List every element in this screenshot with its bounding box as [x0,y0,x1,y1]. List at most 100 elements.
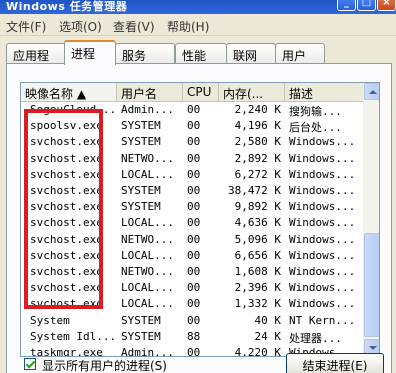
description-cell: Windows... [289,184,356,197]
process-row[interactable]: svchost.exe LOCAL... 00 1,332 K Windows... [21,296,365,312]
menu-help[interactable]: 帮助(H) [167,18,209,35]
process-row[interactable]: svchost.exe SYSTEM 00 9,892 K Windows... [21,199,365,215]
image-name-cell: svchost.exe [30,248,103,262]
memory-cell: 1,608 K [234,265,281,278]
process-row[interactable]: spoolsv.exe SYSTEM 00 4,196 K 后台处... [21,118,365,134]
tab-processes[interactable]: 进程 [64,40,116,65]
description-cell: Windows... [289,151,356,165]
process-row[interactable]: svchost.exe NETWO... 00 2,892 K Windows... [21,151,365,167]
process-row[interactable]: svchost.exe LOCAL... 00 2,396 K Windows... [21,280,365,296]
description-cell: Windows... [289,248,356,262]
user-name-cell: NETWO... [121,265,174,278]
user-name-cell: NETWO... [121,232,174,246]
process-list[interactable]: 映像名称 ▲ 用户名 CPU 内存(... 描述 SogouCloud... Ad… [20,82,380,357]
maximize-button[interactable]: □ [357,0,376,11]
minimize-button[interactable]: _ [337,0,356,11]
cpu-cell: 00 [187,167,201,181]
column-cpu[interactable]: CPU [183,83,219,101]
process-row[interactable]: svchost.exe SYSTEM 00 38,472 K Windows... [21,183,365,199]
close-button[interactable]: × [377,0,396,11]
end-process-button[interactable]: 结束进程(E) [286,353,384,373]
memory-cell: 4,196 K [234,119,281,133]
menu-bar: 文件(F) 选项(O) 查看(V) 帮助(H) [0,14,396,36]
tab-users[interactable]: 用户 [275,43,325,64]
minimize-icon: _ [344,0,349,8]
list-header: 映像名称 ▲ 用户名 CPU 内存(... 描述 [21,83,365,102]
image-name-cell: svchost.exe [30,265,103,278]
memory-cell: 2,396 K [234,281,281,295]
image-name-cell: taskmgr.exe [30,346,103,357]
process-row[interactable]: svchost.exe LOCAL... 00 4,636 K Windows... [21,215,365,231]
user-name-cell: LOCAL... [121,216,174,230]
show-all-users-checkbox[interactable] [24,358,36,370]
process-row[interactable]: svchost.exe NETWO... 00 5,096 K Windows... [21,232,365,248]
tab-services[interactable]: 服务 [115,43,175,64]
description-cell: Windows... [289,265,356,278]
column-user-name[interactable]: 用户名 [117,83,183,101]
user-name-cell: SYSTEM [121,313,161,327]
process-row[interactable]: svchost.exe SYSTEM 00 2,580 K Windows... [21,134,365,150]
image-name-cell: svchost.exe [30,281,103,295]
memory-cell: 6,272 K [234,167,281,181]
column-description[interactable]: 描述 [285,83,365,101]
cpu-cell: 00 [187,119,201,133]
user-name-cell: Admin... [121,346,174,357]
cpu-cell: 00 [187,151,201,165]
memory-cell: 2,580 K [234,135,281,149]
user-name-cell: SYSTEM [121,135,161,149]
cpu-cell: 00 [187,346,201,357]
description-cell: Windows... [289,167,356,181]
process-row[interactable]: svchost.exe LOCAL... 00 6,656 K Windows... [21,248,365,264]
user-name-cell: SYSTEM [121,119,161,133]
image-name-cell: spoolsv.exe [30,119,103,133]
process-row[interactable]: svchost.exe LOCAL... 00 6,272 K Windows... [21,167,365,183]
vertical-scrollbar[interactable] [363,83,379,356]
menu-file[interactable]: 文件(F) [6,18,46,35]
memory-cell: 6,656 K [234,248,281,262]
title-bar: Windows 任务管理器 _ □ × [0,0,396,14]
tab-performance[interactable]: 性能 [175,43,227,64]
window-title: Windows 任务管理器 [6,0,128,13]
menu-view[interactable]: 查看(V) [113,18,155,35]
column-memory[interactable]: 内存(... [219,83,285,101]
process-row[interactable]: System SYSTEM 00 40 K NT Kern... [21,313,365,329]
tab-applications[interactable]: 应用程序 [6,43,66,80]
cpu-cell: 00 [187,281,201,295]
menu-options[interactable]: 选项(O) [59,18,102,35]
memory-cell: 1,332 K [234,297,281,311]
description-cell: Windows... [289,216,356,230]
description-cell: NT Kern... [289,313,356,327]
show-all-users-label: 显示所有用户的进程(S) [42,359,167,373]
process-row[interactable]: System Idl... SYSTEM 88 24 K 处理器... [21,329,365,345]
cpu-cell: 00 [187,184,201,197]
memory-cell: 24 K [254,329,282,343]
maximize-icon: □ [361,0,372,8]
image-name-cell: svchost.exe [30,135,103,149]
tab-networking[interactable]: 联网 [226,43,276,64]
description-cell: 后台处... [289,121,342,135]
image-name-cell: System [30,313,70,327]
memory-cell: 9,892 K [234,200,281,214]
user-name-cell: NETWO... [121,151,174,165]
image-name-cell: svchost.exe [30,216,103,230]
description-cell: Windows... [289,200,356,214]
image-name-cell: svchost.exe [30,200,103,214]
memory-cell: 2,240 K [234,103,281,116]
scroll-up-button[interactable] [364,83,379,100]
user-name-cell: LOCAL... [121,167,174,181]
memory-cell: 4,636 K [234,216,281,230]
user-name-cell: SYSTEM [121,329,161,343]
memory-cell: 4,220 K [234,346,281,357]
process-row[interactable]: svchost.exe NETWO... 00 1,608 K Windows... [21,264,365,280]
scroll-thumb[interactable] [364,233,379,337]
user-name-cell: Admin... [121,103,174,116]
user-name-cell: SYSTEM [121,184,161,197]
cpu-cell: 00 [187,200,201,214]
cpu-cell: 00 [187,103,201,116]
image-name-cell: svchost.exe [30,297,103,311]
image-name-cell: SogouCloud... [30,103,117,116]
cpu-cell: 00 [187,216,201,230]
column-image-name[interactable]: 映像名称 ▲ [21,83,117,101]
process-row[interactable]: SogouCloud... Admin... 00 2,240 K 搜狗输... [21,102,365,118]
memory-cell: 38,472 K [228,184,281,197]
